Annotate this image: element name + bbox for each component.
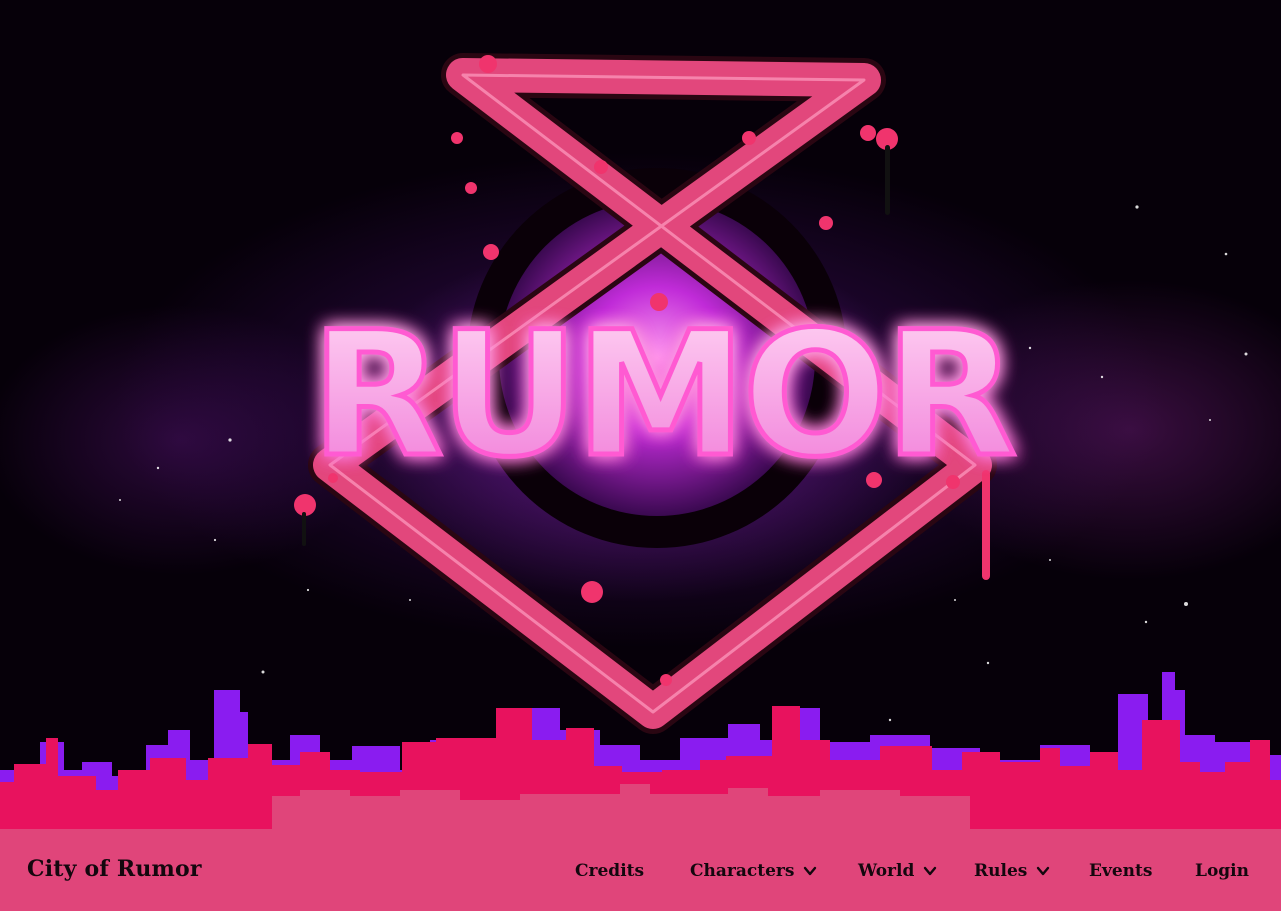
hero-banner: RUMOR <box>0 0 1281 830</box>
nav-item-login[interactable]: Login <box>1195 860 1249 882</box>
nav-item-label: Login <box>1195 861 1249 881</box>
chevron-down-icon <box>804 866 817 876</box>
nav-item-events[interactable]: Events <box>1089 860 1152 882</box>
chevron-down-icon <box>924 866 937 876</box>
chevron-down-icon <box>1037 866 1050 876</box>
navigation-bar: City of Rumor Credits Characters World R… <box>0 829 1281 911</box>
nav-item-label: Events <box>1089 861 1153 881</box>
nav-item-world[interactable]: World <box>858 860 937 882</box>
logo-text: RUMOR <box>311 294 1013 495</box>
nav-item-label: Characters <box>690 861 795 881</box>
nav-item-label: Credits <box>575 861 645 881</box>
nav-item-label: Rules <box>974 861 1028 881</box>
nav-item-characters[interactable]: Characters <box>690 860 817 882</box>
nav-item-label: World <box>858 861 915 881</box>
hero-artwork: RUMOR <box>0 53 1281 830</box>
nav-item-credits[interactable]: Credits <box>575 860 644 882</box>
nav-menu: Credits Characters World Rules Events Lo… <box>0 860 1281 882</box>
nav-item-rules[interactable]: Rules <box>974 860 1050 882</box>
